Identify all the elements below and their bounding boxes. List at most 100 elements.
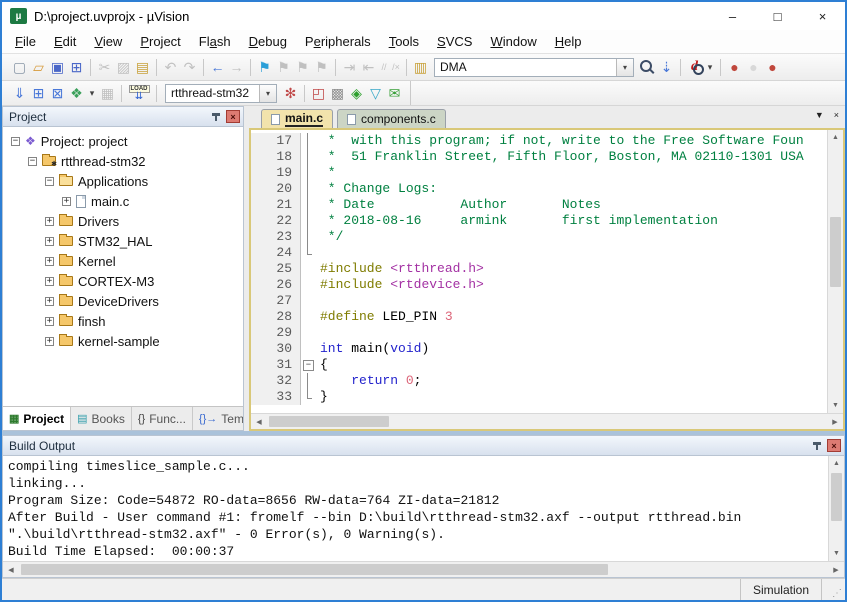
copy-icon[interactable]: ▨: [114, 58, 133, 76]
build-output-pin-icon[interactable]: [810, 439, 824, 453]
code-line[interactable]: 19 *: [251, 165, 827, 181]
code-line[interactable]: 22 * 2018-08-16 armink first implementat…: [251, 213, 827, 229]
tree-expander-icon[interactable]: −: [28, 157, 37, 166]
code-line[interactable]: 20 * Change Logs:: [251, 181, 827, 197]
download-icon[interactable]: LOAD⇊: [126, 84, 152, 102]
tree-expander-icon[interactable]: +: [45, 217, 54, 226]
code-line[interactable]: 24: [251, 245, 827, 261]
tree-expander-icon[interactable]: +: [62, 197, 71, 206]
code-line[interactable]: 23 */: [251, 229, 827, 245]
tree-item-kernel-sample[interactable]: +kernel-sample: [3, 331, 243, 351]
scroll-left-icon[interactable]: ◀: [251, 418, 267, 426]
code-line[interactable]: 31{: [251, 357, 827, 373]
tree-expander-icon[interactable]: −: [45, 177, 54, 186]
build-output-log[interactable]: compiling timeslice_sample.c...linking..…: [3, 456, 828, 561]
tree-item-main-c[interactable]: +main.c: [3, 191, 243, 211]
code-line[interactable]: 30int main(void): [251, 341, 827, 357]
tree-expander-icon[interactable]: −: [11, 137, 20, 146]
toggle-breakpoint-icon[interactable]: ●: [725, 58, 744, 76]
code-line[interactable]: 18 * 51 Franklin Street, Fifth Floor, Bo…: [251, 149, 827, 165]
search-combo[interactable]: DMA▾: [434, 58, 634, 77]
target-select-combo[interactable]: rtthread-stm32▾: [165, 84, 277, 103]
debug-search-icon[interactable]: d: [685, 58, 704, 76]
cut-icon[interactable]: ✂: [95, 58, 114, 76]
kill-all-breakpoints-icon[interactable]: ●: [763, 58, 782, 76]
rebuild-all-icon[interactable]: ⊠: [48, 84, 67, 102]
redo-icon[interactable]: ↷: [180, 58, 199, 76]
project-panel-close-icon[interactable]: ×: [226, 110, 240, 123]
panel-tab-project[interactable]: ▦Project: [3, 407, 71, 430]
search-combo-dropdown-icon[interactable]: ▾: [616, 59, 633, 76]
tree-item-cortex-m3[interactable]: +CORTEX-M3: [3, 271, 243, 291]
menu-window[interactable]: Window: [481, 31, 545, 52]
scroll-up-icon[interactable]: ▲: [829, 456, 844, 471]
build-vscroll-thumb[interactable]: [831, 473, 842, 521]
tree-expander-icon[interactable]: +: [45, 277, 54, 286]
panel-tab-books[interactable]: ▤Books: [71, 407, 132, 430]
scroll-left-icon[interactable]: ◀: [3, 566, 19, 574]
save-all-icon[interactable]: ⊞: [67, 58, 86, 76]
fold-collapse-icon[interactable]: [301, 357, 315, 373]
editor-horizontal-scrollbar[interactable]: ◀ ▶: [251, 413, 843, 429]
build-output-horizontal-scrollbar[interactable]: ◀ ▶: [3, 561, 844, 577]
bookmark-toggle-icon[interactable]: ⚑: [255, 58, 274, 76]
maximize-button[interactable]: □: [755, 2, 800, 30]
new-file-icon[interactable]: ▢: [10, 58, 29, 76]
build-hscroll-thumb[interactable]: [21, 564, 608, 575]
paste-icon[interactable]: ▤: [133, 58, 152, 76]
code-line[interactable]: 25#include <rtthread.h>: [251, 261, 827, 277]
scroll-down-icon[interactable]: ▼: [829, 546, 844, 561]
tree-item-stm32-hal[interactable]: +STM32_HAL: [3, 231, 243, 251]
menu-svcs[interactable]: SVCS: [428, 31, 481, 52]
editor-hscroll-thumb[interactable]: [269, 416, 389, 427]
tree-expander-icon[interactable]: +: [45, 337, 54, 346]
undo-icon[interactable]: ↶: [161, 58, 180, 76]
stop-build-icon[interactable]: ▦: [98, 84, 117, 102]
code-line[interactable]: 27: [251, 293, 827, 309]
scroll-right-icon[interactable]: ▶: [827, 418, 843, 426]
tree-expander-icon[interactable]: +: [45, 237, 54, 246]
manage-run-time-environment-icon[interactable]: ◈: [347, 84, 366, 102]
search-dropdown-caret[interactable]: ▾: [704, 58, 716, 76]
bookmark-next-icon[interactable]: ⚑: [293, 58, 312, 76]
menu-file[interactable]: File: [6, 31, 45, 52]
menu-view[interactable]: View: [85, 31, 131, 52]
tree-item-kernel[interactable]: +Kernel: [3, 251, 243, 271]
uncomment-selection-icon[interactable]: /×: [390, 58, 402, 76]
code-editor[interactable]: 17 * with this program; if not, write to…: [251, 130, 827, 413]
tree-item-project-project[interactable]: −❖Project: project: [3, 131, 243, 151]
editor-tab-main-c[interactable]: main.c: [261, 109, 333, 128]
build-output-close-icon[interactable]: ×: [827, 439, 841, 452]
save-icon[interactable]: ▣: [48, 58, 67, 76]
navigate-forward-icon[interactable]: →: [227, 58, 246, 76]
code-line[interactable]: 32 return 0;: [251, 373, 827, 389]
unindent-icon[interactable]: ⇤: [359, 58, 378, 76]
batch-build-caret[interactable]: ▾: [86, 84, 98, 102]
open-file-icon[interactable]: ▱: [29, 58, 48, 76]
tree-expander-icon[interactable]: +: [45, 297, 54, 306]
resize-grip[interactable]: ⋰: [821, 579, 845, 600]
menu-help[interactable]: Help: [546, 31, 591, 52]
menu-flash[interactable]: Flash: [190, 31, 240, 52]
tree-expander-icon[interactable]: +: [45, 257, 54, 266]
menu-project[interactable]: Project: [131, 31, 189, 52]
code-line[interactable]: 29: [251, 325, 827, 341]
minimize-button[interactable]: –: [710, 2, 755, 30]
code-line[interactable]: 28#define LED_PIN 3: [251, 309, 827, 325]
multi-project-workspace-icon[interactable]: ▩: [328, 84, 347, 102]
menu-peripherals[interactable]: Peripherals: [296, 31, 380, 52]
tree-item-finsh[interactable]: +finsh: [3, 311, 243, 331]
editor-vertical-scrollbar[interactable]: ▲ ▼: [827, 130, 843, 413]
target-select-combo-dropdown-icon[interactable]: ▾: [259, 85, 276, 102]
tree-item-drivers[interactable]: +Drivers: [3, 211, 243, 231]
menu-tools[interactable]: Tools: [380, 31, 428, 52]
scroll-up-icon[interactable]: ▲: [828, 130, 843, 145]
scroll-right-icon[interactable]: ▶: [828, 566, 844, 574]
scroll-down-icon[interactable]: ▼: [828, 398, 843, 413]
code-line[interactable]: 26#include <rtdevice.h>: [251, 277, 827, 293]
pin-icon[interactable]: [209, 110, 223, 124]
close-button[interactable]: ×: [800, 2, 845, 30]
comment-selection-icon[interactable]: //: [378, 58, 390, 76]
menu-edit[interactable]: Edit: [45, 31, 85, 52]
disable-all-breakpoints-icon[interactable]: ●: [744, 58, 763, 76]
